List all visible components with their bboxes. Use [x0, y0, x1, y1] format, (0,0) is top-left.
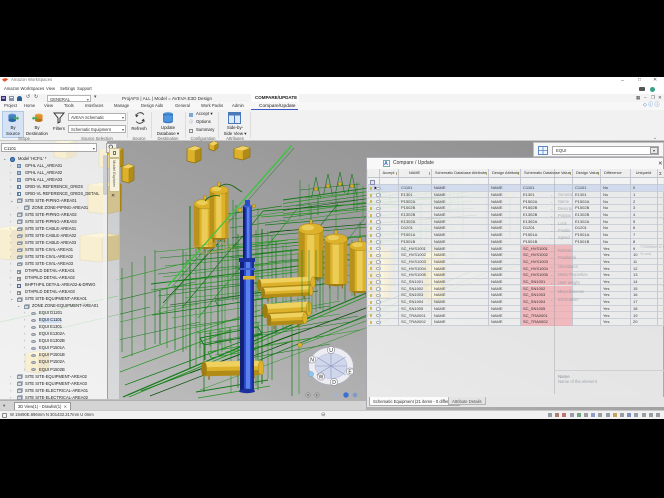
svg-text:D: D: [332, 380, 336, 386]
svg-text:W: W: [319, 374, 324, 380]
svg-text:U: U: [329, 348, 333, 354]
svg-text:N: N: [310, 357, 314, 363]
